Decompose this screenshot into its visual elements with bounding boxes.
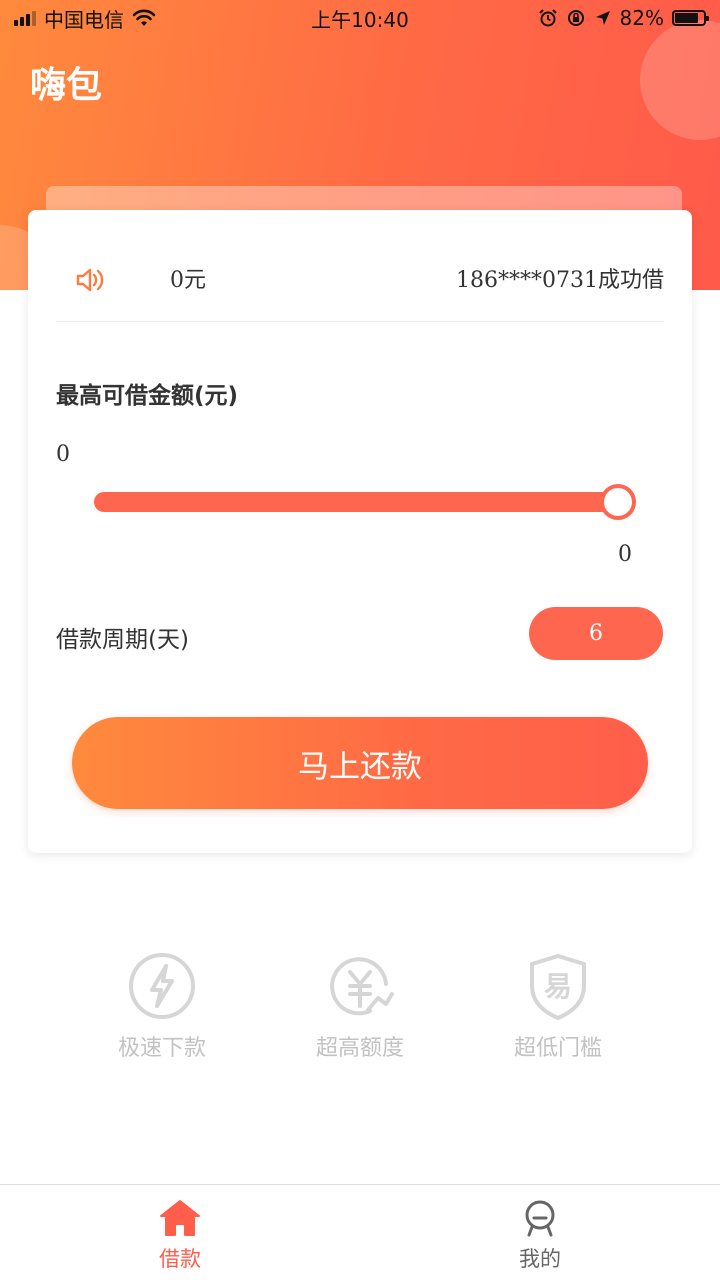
- notice-marquee: 0元 186****0731成功借: [56, 240, 664, 322]
- app-title: 嗨包: [30, 65, 103, 106]
- feature-fast-loan: 极速下款: [82, 950, 242, 1062]
- decor-circle: [640, 20, 720, 140]
- feature-row: 极速下款 超高额度 易 超低门槛: [0, 950, 720, 1070]
- profile-icon: [525, 1200, 555, 1237]
- svg-text:易: 易: [544, 970, 572, 1003]
- location-icon: [595, 11, 610, 25]
- notice-text-left: 0元: [170, 268, 206, 293]
- battery-percent: 82%: [619, 6, 664, 30]
- amount-slider[interactable]: [94, 492, 618, 512]
- amount-max-value: 0: [618, 542, 632, 567]
- feature-label: 超低门槛: [513, 1036, 602, 1061]
- notice-text-right: 186****0731成功借: [456, 268, 664, 293]
- tab-mine[interactable]: 我的: [480, 1199, 600, 1273]
- amount-slider-thumb[interactable]: [600, 484, 636, 520]
- tab-label: 我的: [519, 1247, 561, 1271]
- feature-label: 超高额度: [315, 1036, 404, 1061]
- loan-period-selector[interactable]: 6: [529, 607, 663, 660]
- tab-loan[interactable]: 借款: [120, 1199, 240, 1273]
- speaker-icon: [76, 268, 104, 292]
- max-amount-label: 最高可借金额(元): [56, 383, 239, 409]
- feature-label: 极速下款: [117, 1036, 206, 1061]
- tab-label: 借款: [159, 1247, 201, 1271]
- status-bar: 中国电信 上午10:40 82%: [0, 0, 720, 36]
- wifi-icon: [132, 9, 156, 26]
- feature-high-limit: 超高额度: [280, 950, 440, 1062]
- amount-min-value: 0: [56, 442, 70, 467]
- lightning-icon: [129, 953, 195, 1019]
- loan-period-label: 借款周期(天): [56, 627, 189, 653]
- yen-growth-icon: [330, 957, 394, 1016]
- shield-yi-icon: 易: [530, 954, 586, 1020]
- home-icon: [160, 1200, 200, 1236]
- feature-low-threshold: 易 超低门槛: [478, 950, 638, 1062]
- repay-now-button[interactable]: 马上还款: [72, 717, 648, 809]
- loan-card: 0元 186****0731成功借 最高可借金额(元) 0 0 借款周期(天) …: [28, 210, 692, 853]
- battery-icon: [672, 10, 709, 26]
- rotation-lock-icon: [567, 10, 584, 26]
- carrier-name: 中国电信: [44, 7, 124, 32]
- alarm-icon: [538, 9, 557, 27]
- bottom-tab-bar: 借款 我的: [0, 1184, 720, 1280]
- signal-icon: [14, 10, 36, 26]
